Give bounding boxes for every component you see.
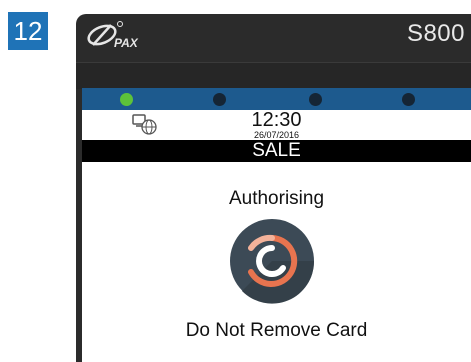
step-number-badge: 12	[8, 12, 48, 50]
status-led-2	[213, 93, 226, 106]
transaction-type: SALE	[82, 140, 471, 162]
status-led-3	[309, 93, 322, 106]
clock-date: 26/07/2016	[253, 130, 300, 140]
led-indicator-bar	[82, 88, 471, 110]
pax-logo: PAX	[87, 21, 139, 50]
terminal-bezel	[76, 62, 471, 89]
brand-name: PAX	[114, 36, 139, 50]
processing-icon	[230, 219, 315, 304]
clock-time: 12:30	[251, 109, 302, 131]
device-model: S800	[406, 20, 465, 47]
status-led-1	[120, 93, 133, 106]
terminal-screen: 12:30 26/07/2016 SALE Authorising Do Not…	[82, 88, 471, 362]
status-led-4	[402, 93, 415, 106]
card-instruction-message: Do Not Remove Card	[185, 320, 368, 341]
payment-terminal: PAX S800 12:30 26/07/2016 SALE Authorisi…	[76, 14, 471, 362]
status-bar: 12:30 26/07/2016	[82, 110, 471, 140]
status-message: Authorising	[228, 188, 325, 209]
